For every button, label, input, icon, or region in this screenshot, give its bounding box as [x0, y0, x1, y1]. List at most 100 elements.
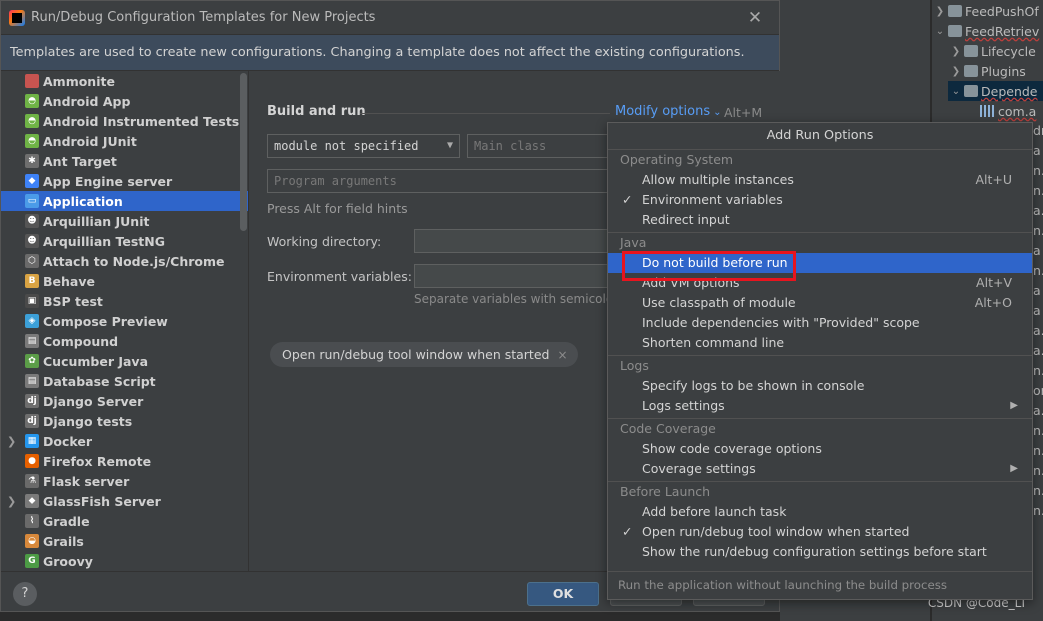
template-item[interactable]: ● Firefox Remote: [1, 451, 248, 471]
compound-icon: ▤: [25, 334, 39, 348]
android-icon: ◓: [25, 94, 39, 108]
project-tree-item[interactable]: ⌄ Depende: [948, 81, 1043, 101]
submenu-arrow-icon: ▶: [1010, 400, 1018, 411]
template-item[interactable]: ☻ Arquillian JUnit: [1, 211, 248, 231]
info-banner-text: Templates are used to create new configu…: [10, 45, 745, 60]
group-header: Java: [620, 235, 647, 250]
groovy-icon: G: [25, 554, 39, 568]
docker-icon: ▦: [25, 434, 39, 448]
arquillian-icon: ☻: [25, 214, 39, 228]
template-item-label: Docker: [43, 433, 92, 449]
menu-item[interactable]: Add before launch task: [608, 502, 1032, 522]
template-item[interactable]: dj Django tests: [1, 411, 248, 431]
help-button[interactable]: ?: [13, 582, 37, 606]
project-tree-item[interactable]: ❯ Plugins: [948, 61, 1043, 81]
template-item[interactable]: ❯ ▦ Docker: [1, 431, 248, 451]
menu-item[interactable]: Use classpath of module Alt+O: [608, 293, 1032, 313]
template-item[interactable]: ❯ ⬥ GlassFish Server: [1, 491, 248, 511]
template-item[interactable]: ◒ Grails: [1, 531, 248, 551]
menu-item[interactable]: Show code coverage options: [608, 439, 1032, 459]
project-tree-fragment: n.f: [1033, 443, 1043, 458]
template-item[interactable]: ⚗ Flask server: [1, 471, 248, 491]
module-select[interactable]: module not specified ▼: [267, 134, 460, 158]
template-item[interactable]: ◓ Android JUnit: [1, 131, 248, 151]
template-item[interactable]: G Groovy: [1, 551, 248, 571]
menu-item[interactable]: Logs settings ▶: [608, 396, 1032, 416]
template-item[interactable]: B Behave: [1, 271, 248, 291]
template-item[interactable]: ⬡ Attach to Node.js/Chrome: [1, 251, 248, 271]
popup-footer-hint: Run the application without launching th…: [608, 571, 1032, 599]
nodejs-icon: ⬡: [25, 254, 39, 268]
template-item[interactable]: ✿ Cucumber Java: [1, 351, 248, 371]
project-tree-fragment: a: [1033, 303, 1041, 318]
template-item[interactable]: ◓ Android App: [1, 91, 248, 111]
menu-item[interactable]: Specify logs to be shown in console: [608, 376, 1032, 396]
template-item[interactable]: ▭ Application: [1, 191, 248, 211]
project-tree-fragment: a.s: [1033, 323, 1043, 338]
template-item[interactable]: ▤ Compound: [1, 331, 248, 351]
menu-item[interactable]: Coverage settings ▶: [608, 459, 1032, 479]
expand-chevron-icon[interactable]: ❯: [7, 495, 16, 508]
module-select-value: module not specified: [274, 139, 419, 153]
android-icon: ◓: [25, 134, 39, 148]
template-item-label: Django Server: [43, 393, 144, 409]
project-tree-label: Depende: [981, 83, 1038, 99]
chip-close-icon[interactable]: ×: [557, 348, 567, 362]
menu-item[interactable]: Redirect input: [608, 210, 1032, 230]
menu-item[interactable]: Shorten command line: [608, 333, 1032, 353]
menu-item-label: Use classpath of module: [642, 295, 796, 310]
dropdown-caret-icon: ▼: [446, 140, 453, 151]
project-tree-item[interactable]: ⌄ FeedRetriev: [932, 21, 1043, 41]
template-item-label: Android Instrumented Tests: [43, 113, 240, 129]
project-tree-fragment: a.s: [1033, 403, 1043, 418]
template-item[interactable]: ☻ Arquillian TestNG: [1, 231, 248, 251]
templates-list[interactable]: Ammonite ◓ Android App ◓ Android Instrumente…: [1, 71, 249, 571]
module-folder-icon: [964, 45, 978, 57]
option-chip-label: Open run/debug tool window when started: [282, 347, 550, 362]
project-tree-label: com.a: [998, 103, 1037, 119]
template-item[interactable]: ✱ Ant Target: [1, 151, 248, 171]
program-arguments-input[interactable]: Program arguments: [267, 169, 617, 193]
template-item[interactable]: Ammonite: [1, 71, 248, 91]
project-tree-fragment: a: [1033, 283, 1041, 298]
template-item[interactable]: ◈ Compose Preview: [1, 311, 248, 331]
menu-item[interactable]: ✓ Open run/debug tool window when started: [608, 522, 1032, 542]
ok-button[interactable]: OK: [527, 582, 599, 606]
template-item-label: Firefox Remote: [43, 453, 152, 469]
menu-item[interactable]: ✓ Environment variables: [608, 190, 1032, 210]
template-item-label: Django tests: [43, 413, 133, 429]
project-tree-item[interactable]: ❯ FeedPushOf: [932, 1, 1043, 21]
project-tree-item[interactable]: ❯ Lifecycle: [948, 41, 1043, 61]
menu-item-shortcut: Alt+V: [976, 275, 1012, 290]
menu-item-shortcut: Alt+U: [975, 172, 1012, 187]
menu-item[interactable]: Include dependencies with "Provided" sco…: [608, 313, 1032, 333]
project-tree-fragment: n.js: [1033, 503, 1043, 518]
main-class-input[interactable]: Main class: [467, 134, 617, 158]
environment-variables-input[interactable]: [414, 264, 617, 288]
glassfish-icon: ⬥: [25, 494, 39, 508]
option-chip[interactable]: Open run/debug tool window when started …: [270, 342, 578, 367]
menu-item-label: Specify logs to be shown in console: [642, 378, 865, 393]
template-item[interactable]: ◓ Android Instrumented Tests: [1, 111, 248, 131]
template-item[interactable]: ⌇ Gradle: [1, 511, 248, 531]
expand-chevron-icon[interactable]: ❯: [7, 435, 16, 448]
template-item[interactable]: ◆ App Engine server: [1, 171, 248, 191]
modify-options-label: Modify options: [615, 104, 711, 119]
template-item[interactable]: ▤ Database Script: [1, 371, 248, 391]
template-item[interactable]: dj Django Server: [1, 391, 248, 411]
list-scrollbar[interactable]: [240, 73, 247, 231]
menu-item[interactable]: Show the run/debug configuration setting…: [608, 542, 1032, 562]
working-directory-input[interactable]: [414, 229, 617, 253]
gradle-icon: ⌇: [25, 514, 39, 528]
template-item[interactable]: ▣ BSP test: [1, 291, 248, 311]
menu-item-label: Allow multiple instances: [642, 172, 794, 187]
template-item-label: Cucumber Java: [43, 353, 149, 369]
close-icon[interactable]: ✕: [745, 8, 765, 28]
ammonite-icon: [25, 74, 39, 88]
menu-item[interactable]: Allow multiple instances Alt+U: [608, 170, 1032, 190]
modify-options-link[interactable]: Modify options ⌄: [615, 104, 721, 119]
field-hints-text: Press Alt for field hints: [267, 201, 408, 216]
project-tree-fragment: n.f: [1033, 483, 1043, 498]
project-tree-item[interactable]: com.a: [964, 101, 1043, 121]
group-header: Before Launch: [620, 484, 711, 499]
